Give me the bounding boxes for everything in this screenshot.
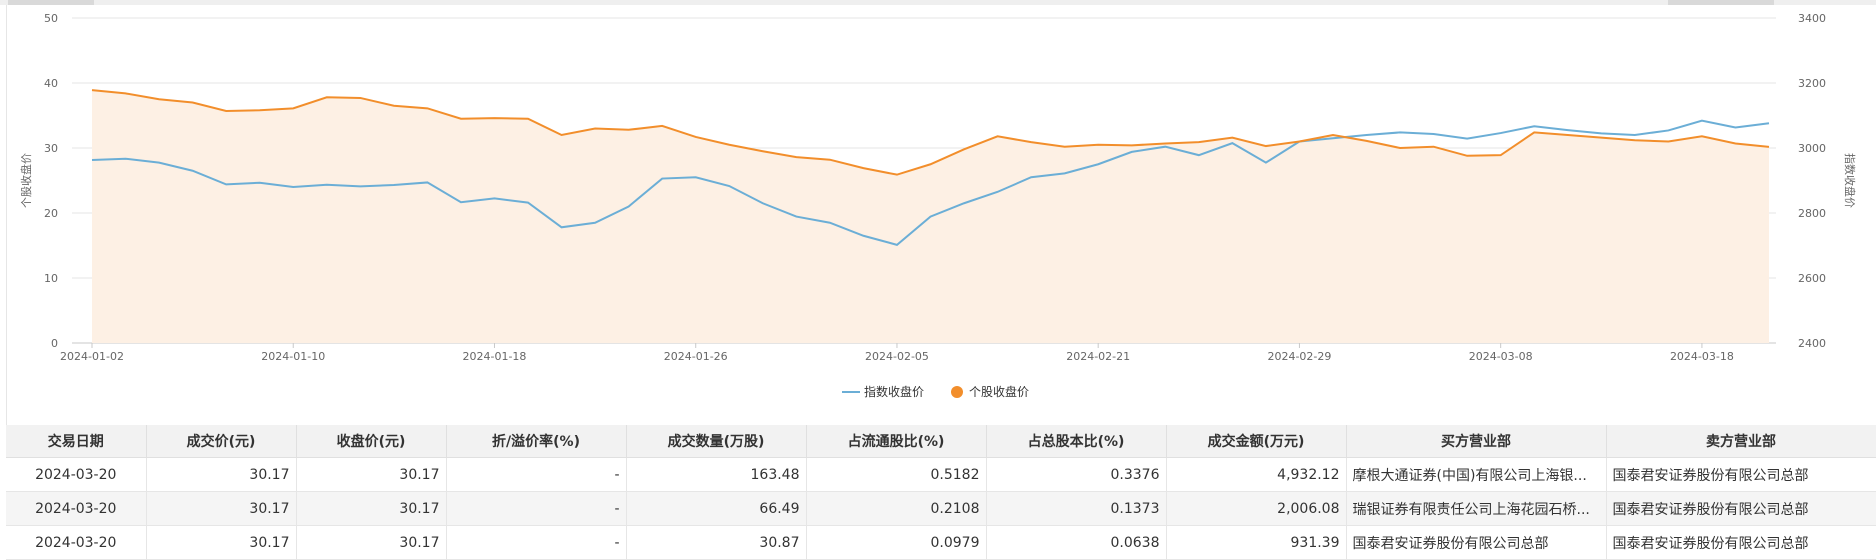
block-trade-table: 交易日期 成交价(元) 收盘价(元) 折/溢价率(%) 成交数量(万股) 占流通… bbox=[6, 425, 1876, 560]
cell-total-ratio: 0.0638 bbox=[986, 525, 1167, 560]
y-tick-label-left: 30 bbox=[44, 142, 58, 155]
table-row: 2024-03-20 30.17 30.17 - 66.49 0.2108 0.… bbox=[6, 491, 1876, 526]
x-tick-label: 2024-01-18 bbox=[463, 350, 527, 363]
y-tick-label-right: 3200 bbox=[1798, 77, 1826, 90]
cell-buyer[interactable]: 国泰君安证券股份有限公司总部 bbox=[1346, 525, 1607, 560]
col-premium-rate[interactable]: 折/溢价率(%) bbox=[446, 425, 627, 458]
y-tick-label-left: 40 bbox=[44, 77, 58, 90]
col-volume[interactable]: 成交数量(万股) bbox=[626, 425, 807, 458]
legend-stock-swatch[interactable] bbox=[951, 386, 963, 398]
cell-trade-date: 2024-03-20 bbox=[6, 525, 147, 560]
y-tick-label-left: 20 bbox=[44, 207, 58, 220]
x-tick-label: 2024-02-29 bbox=[1267, 350, 1331, 363]
cell-float-ratio: 0.0979 bbox=[806, 525, 987, 560]
cell-volume: 30.87 bbox=[626, 525, 807, 560]
x-tick-label: 2024-02-21 bbox=[1066, 350, 1130, 363]
cell-volume: 66.49 bbox=[626, 491, 807, 526]
col-close-price[interactable]: 收盘价(元) bbox=[296, 425, 447, 458]
cell-float-ratio: 0.5182 bbox=[806, 457, 987, 492]
col-float-ratio[interactable]: 占流通股比(%) bbox=[806, 425, 987, 458]
x-tick-label: 2024-02-05 bbox=[865, 350, 929, 363]
cell-trade-price: 30.17 bbox=[146, 491, 297, 526]
cell-buyer[interactable]: 摩根大通证券(中国)有限公司上海银... bbox=[1346, 457, 1607, 492]
y-axis-left-title: 个股收盘价 bbox=[19, 153, 33, 208]
col-trade-date[interactable]: 交易日期 bbox=[6, 425, 147, 458]
cell-amount: 2,006.08 bbox=[1166, 491, 1347, 526]
y-tick-label-right: 2400 bbox=[1798, 337, 1826, 350]
x-tick-label: 2024-03-18 bbox=[1670, 350, 1734, 363]
chart-legend: 指数收盘价 个股收盘价 bbox=[842, 384, 1029, 399]
col-trade-price[interactable]: 成交价(元) bbox=[146, 425, 297, 458]
table-header-row: 交易日期 成交价(元) 收盘价(元) 折/溢价率(%) 成交数量(万股) 占流通… bbox=[6, 425, 1876, 458]
cell-buyer[interactable]: 瑞银证券有限责任公司上海花园石桥... bbox=[1346, 491, 1607, 526]
y-tick-label-left: 50 bbox=[44, 12, 58, 25]
cell-amount: 931.39 bbox=[1166, 525, 1347, 560]
col-seller[interactable]: 卖方营业部 bbox=[1606, 425, 1876, 458]
x-tick-label: 2024-01-10 bbox=[261, 350, 325, 363]
cell-float-ratio: 0.2108 bbox=[806, 491, 987, 526]
x-tick-label: 2024-01-02 bbox=[60, 350, 124, 363]
legend-index-label[interactable]: 指数收盘价 bbox=[864, 384, 924, 399]
table-row: 2024-03-20 30.17 30.17 - 30.87 0.0979 0.… bbox=[6, 525, 1876, 560]
cell-trade-date: 2024-03-20 bbox=[6, 457, 147, 492]
y-tick-label-right: 2600 bbox=[1798, 272, 1826, 285]
y-tick-label-right: 2800 bbox=[1798, 207, 1826, 220]
cell-amount: 4,932.12 bbox=[1166, 457, 1347, 492]
x-tick-label: 2024-01-26 bbox=[664, 350, 728, 363]
col-total-ratio[interactable]: 占总股本比(%) bbox=[986, 425, 1167, 458]
y-axis-right-title: 指数收盘价 bbox=[1843, 153, 1857, 208]
price-chart: 0 10 20 30 40 50 2400 2600 2800 3000 3200 3400 202… bbox=[19, 12, 1857, 399]
cell-seller[interactable]: 国泰君安证券股份有限公司总部 bbox=[1606, 457, 1876, 492]
x-tick-label: 2024-03-08 bbox=[1469, 350, 1533, 363]
cell-premium-rate: - bbox=[446, 491, 627, 526]
y-axis-left: 0 10 20 30 40 50 bbox=[44, 12, 58, 350]
cell-premium-rate: - bbox=[446, 457, 627, 492]
table-row: 2024-03-20 30.17 30.17 - 163.48 0.5182 0… bbox=[6, 457, 1876, 492]
cell-close-price: 30.17 bbox=[296, 525, 447, 560]
cell-total-ratio: 0.1373 bbox=[986, 491, 1167, 526]
cell-volume: 163.48 bbox=[626, 457, 807, 492]
cell-premium-rate: - bbox=[446, 525, 627, 560]
cell-trade-price: 30.17 bbox=[146, 525, 297, 560]
y-tick-label-right: 3400 bbox=[1798, 12, 1826, 25]
col-buyer[interactable]: 买方营业部 bbox=[1346, 425, 1607, 458]
col-amount[interactable]: 成交金额(万元) bbox=[1166, 425, 1347, 458]
cell-seller[interactable]: 国泰君安证券股份有限公司总部 bbox=[1606, 525, 1876, 560]
cell-trade-price: 30.17 bbox=[146, 457, 297, 492]
cell-close-price: 30.17 bbox=[296, 491, 447, 526]
cell-trade-date: 2024-03-20 bbox=[6, 491, 147, 526]
y-tick-label-left: 10 bbox=[44, 272, 58, 285]
x-axis: 2024-01-02 2024-01-10 2024-01-18 2024-01-26… bbox=[60, 343, 1734, 363]
y-axis-right: 2400 2600 2800 3000 3200 3400 bbox=[1798, 12, 1826, 350]
cell-close-price: 30.17 bbox=[296, 457, 447, 492]
legend-stock-label[interactable]: 个股收盘价 bbox=[969, 384, 1029, 399]
cell-seller[interactable]: 国泰君安证券股份有限公司总部 bbox=[1606, 491, 1876, 526]
y-tick-label-left: 0 bbox=[51, 337, 58, 350]
y-tick-label-right: 3000 bbox=[1798, 142, 1826, 155]
cell-total-ratio: 0.3376 bbox=[986, 457, 1167, 492]
